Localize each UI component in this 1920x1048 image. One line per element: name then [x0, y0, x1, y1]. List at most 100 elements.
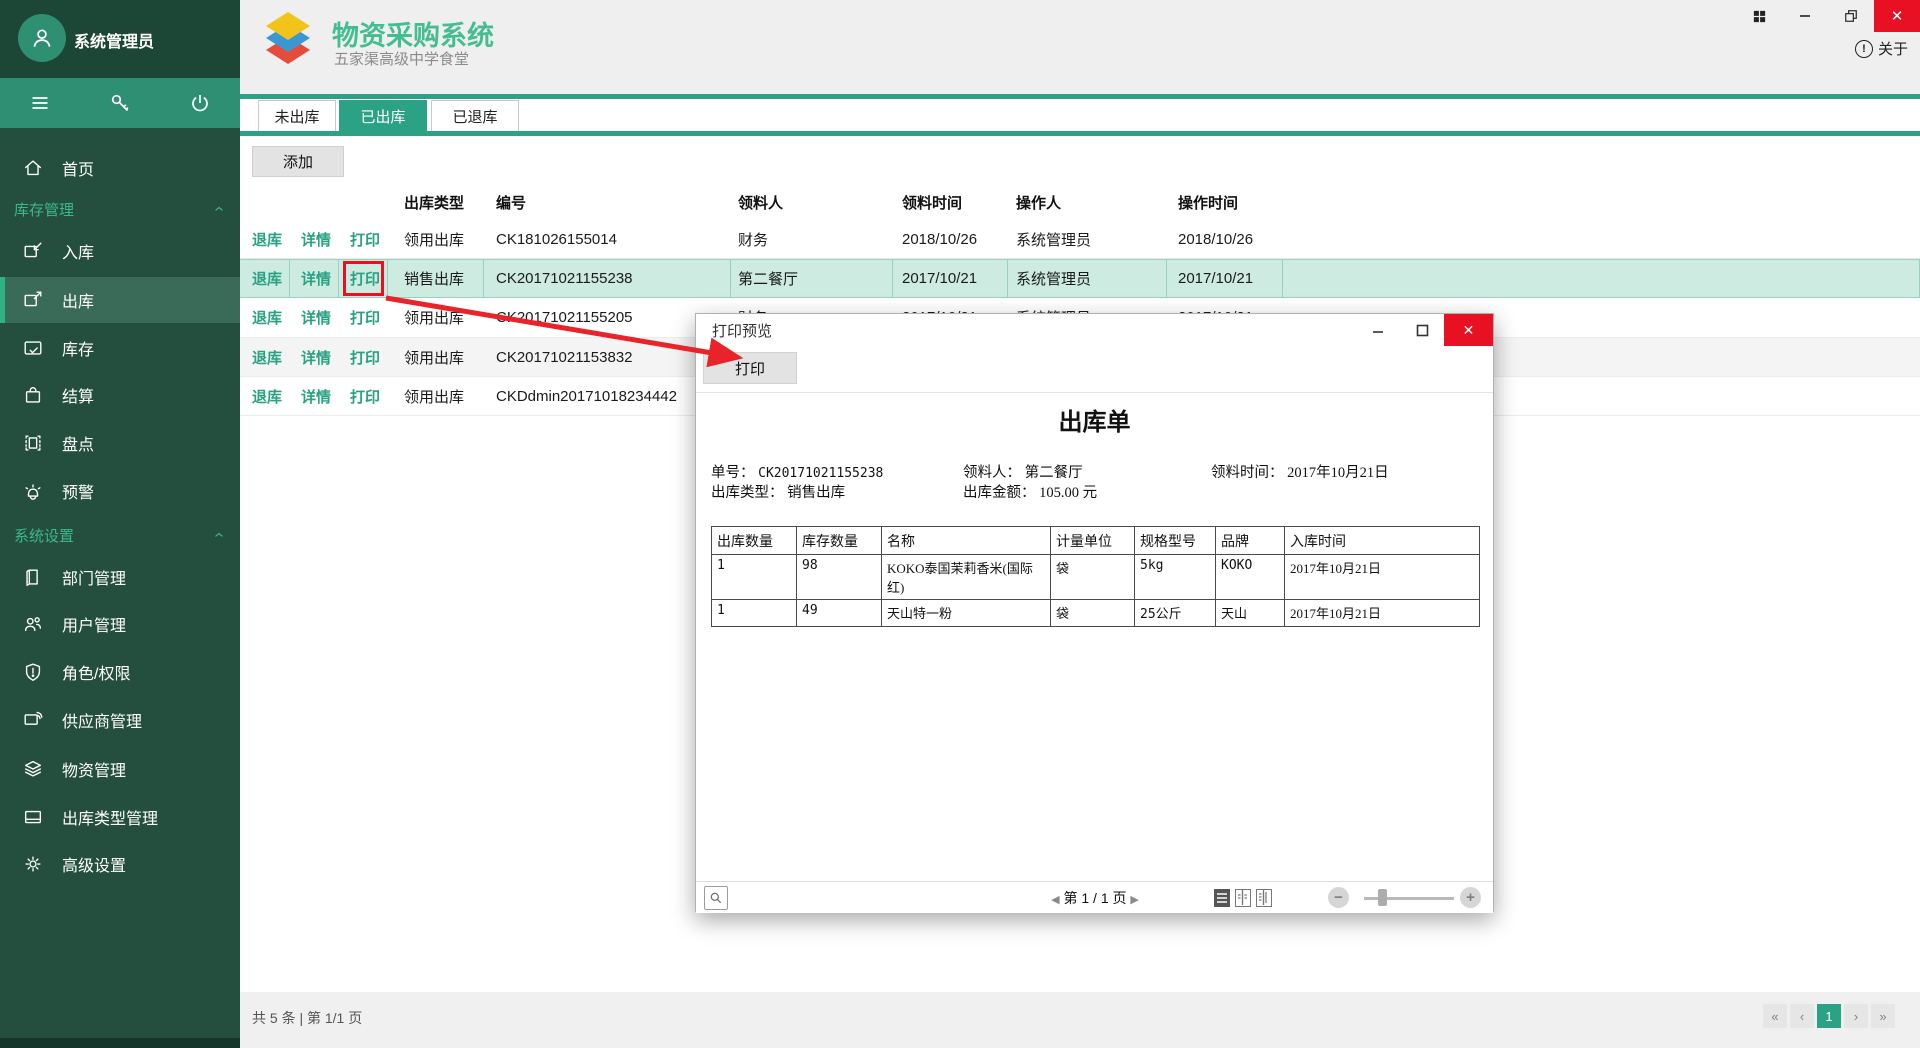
doc-meta-出库金额: 出库金额： 105.00 元 — [963, 481, 1097, 502]
print-link[interactable]: 打印 — [339, 377, 388, 415]
print-link[interactable]: 打印 — [339, 298, 388, 337]
avatar[interactable] — [18, 14, 66, 62]
gear-icon — [22, 853, 44, 875]
prev-page-icon[interactable]: ◀ — [1051, 894, 1059, 906]
home-icon — [22, 157, 44, 179]
page-button[interactable]: ‹ — [1790, 1004, 1814, 1028]
return-link[interactable]: 退库 — [240, 260, 290, 297]
return-link[interactable]: 退库 — [240, 298, 290, 337]
doc-cell: 98 — [797, 555, 882, 600]
doc-column-品牌: 品牌 — [1216, 527, 1285, 555]
sidebar-item-高级设置[interactable]: 高级设置 — [0, 841, 240, 887]
sidebar-item-用户管理[interactable]: 用户管理 — [0, 601, 240, 647]
table-row[interactable]: 退库详情打印领用出库CK181026155014财务2018/10/26系统管理… — [240, 220, 1920, 259]
doc-column-出库数量: 出库数量 — [712, 527, 797, 555]
sidebar-item-库存[interactable]: 库存 — [0, 325, 240, 371]
users-icon — [22, 613, 44, 635]
sidebar-item-label: 供应商管理 — [62, 708, 142, 732]
sidebar-item-出库[interactable]: 出库 — [0, 277, 240, 323]
minimize-button[interactable] — [1782, 0, 1828, 32]
sidebar-item-部门管理[interactable]: 部门管理 — [0, 554, 240, 600]
tab-未出库[interactable]: 未出库 — [258, 100, 336, 131]
doc-cell: 天山特一粉 — [882, 600, 1051, 627]
about-label: 关于 — [1878, 38, 1908, 59]
doc-cell: 袋 — [1051, 600, 1135, 627]
dialog-titlebar[interactable]: 打印预览 ✕ — [696, 314, 1493, 346]
sidebar-item-label: 出库 — [62, 288, 94, 312]
return-link[interactable]: 退库 — [240, 220, 290, 258]
chevron-up-icon — [212, 528, 226, 542]
zoom-out-icon[interactable]: − — [1328, 887, 1349, 908]
page-button-current[interactable]: 1 — [1817, 1004, 1841, 1028]
page-button[interactable]: › — [1844, 1004, 1868, 1028]
detail-link[interactable]: 详情 — [290, 338, 339, 376]
sidebar-item-结算[interactable]: 结算 — [0, 372, 240, 418]
column-header-领料人: 领料人 — [738, 192, 783, 213]
sidebar-item-供应商管理[interactable]: 供应商管理 — [0, 697, 240, 743]
page-button[interactable]: « — [1763, 1004, 1787, 1028]
sidebar-item-角色/权限[interactable]: 角色/权限 — [0, 649, 240, 695]
about-button[interactable]: ! 关于 — [1855, 38, 1908, 59]
print-button[interactable]: 打印 — [703, 352, 797, 384]
return-link[interactable]: 退库 — [240, 338, 290, 376]
sidebar-item-label: 入库 — [62, 239, 94, 263]
section-label: 库存管理 — [14, 199, 74, 220]
doc-cell: 2017年10月21日 — [1285, 555, 1480, 600]
menu-icon[interactable] — [17, 83, 63, 123]
dialog-close-button[interactable]: ✕ — [1444, 314, 1493, 346]
cell-code: CK20171021155238 — [484, 260, 731, 297]
record-count: 共 5 条 | 第 1/1 页 — [252, 1008, 362, 1028]
sidebar-item-物资管理[interactable]: 物资管理 — [0, 746, 240, 792]
two-page-view-icon[interactable] — [1235, 889, 1251, 907]
add-button[interactable]: 添加 — [252, 146, 344, 177]
magnifier-icon[interactable] — [704, 886, 728, 910]
tab-已退库[interactable]: 已退库 — [431, 100, 519, 131]
sidebar-section-系统设置[interactable]: 系统设置 — [14, 524, 226, 546]
sidebar-item-出库类型管理[interactable]: 出库类型管理 — [0, 794, 240, 840]
column-header-操作人: 操作人 — [1016, 192, 1061, 213]
single-page-view-icon[interactable] — [1214, 889, 1230, 907]
close-button[interactable]: ✕ — [1874, 0, 1920, 32]
detail-link[interactable]: 详情 — [290, 220, 339, 258]
card-icon — [22, 806, 44, 828]
page-button[interactable]: » — [1871, 1004, 1895, 1028]
column-header-出库类型: 出库类型 — [404, 192, 464, 213]
print-link[interactable]: 打印 — [339, 338, 388, 376]
print-link[interactable]: 打印 — [339, 220, 388, 258]
dialog-maximize-button[interactable] — [1400, 314, 1444, 346]
table-row[interactable]: 退库详情打印销售出库CK20171021155238第二餐厅2017/10/21… — [240, 259, 1920, 298]
layers-icon — [22, 758, 44, 780]
power-icon[interactable] — [177, 83, 223, 123]
next-page-icon[interactable]: ▶ — [1130, 894, 1138, 906]
sidebar-item-预警[interactable]: 预警 — [0, 468, 240, 514]
column-header-领料时间: 领料时间 — [902, 192, 962, 213]
document-title: 出库单 — [696, 402, 1493, 437]
doc-meta-单号: 单号： CK20171021155238 — [711, 461, 883, 482]
continuous-view-icon[interactable] — [1256, 889, 1272, 907]
detail-link[interactable]: 详情 — [290, 298, 339, 337]
cell-type: 领用出库 — [388, 377, 484, 415]
sidebar-item-label: 结算 — [62, 383, 94, 407]
sidebar-item-盘点[interactable]: 盘点 — [0, 420, 240, 466]
return-link[interactable]: 退库 — [240, 377, 290, 415]
restore-button[interactable] — [1828, 0, 1874, 32]
page-subtitle: 五家渠高级中学食堂 — [334, 48, 469, 69]
cell-type: 领用出库 — [388, 220, 484, 258]
detail-link[interactable]: 详情 — [290, 260, 339, 297]
sidebar-item-label: 库存 — [62, 336, 94, 360]
zoom-in-icon[interactable]: + — [1460, 887, 1481, 908]
tab-已出库[interactable]: 已出库 — [339, 100, 427, 131]
sidebar-section-库存管理[interactable]: 库存管理 — [14, 198, 226, 220]
key-search-icon[interactable] — [97, 83, 143, 123]
app-grid-icon[interactable] — [1736, 0, 1782, 32]
sidebar-item-label: 高级设置 — [62, 852, 126, 876]
detail-link[interactable]: 详情 — [290, 377, 339, 415]
app-header: 物资采购系统 五家渠高级中学食堂 ✕ ! 关于 — [240, 0, 1920, 94]
doc-column-入库时间: 入库时间 — [1285, 527, 1480, 555]
doc-column-计量单位: 计量单位 — [1051, 527, 1135, 555]
zoom-slider-handle[interactable] — [1378, 889, 1387, 906]
dialog-minimize-button[interactable] — [1356, 314, 1400, 346]
sidebar-item-入库[interactable]: 入库 — [0, 228, 240, 274]
sidebar-item-首页[interactable]: 首页 — [0, 145, 240, 191]
info-icon: ! — [1855, 40, 1873, 58]
